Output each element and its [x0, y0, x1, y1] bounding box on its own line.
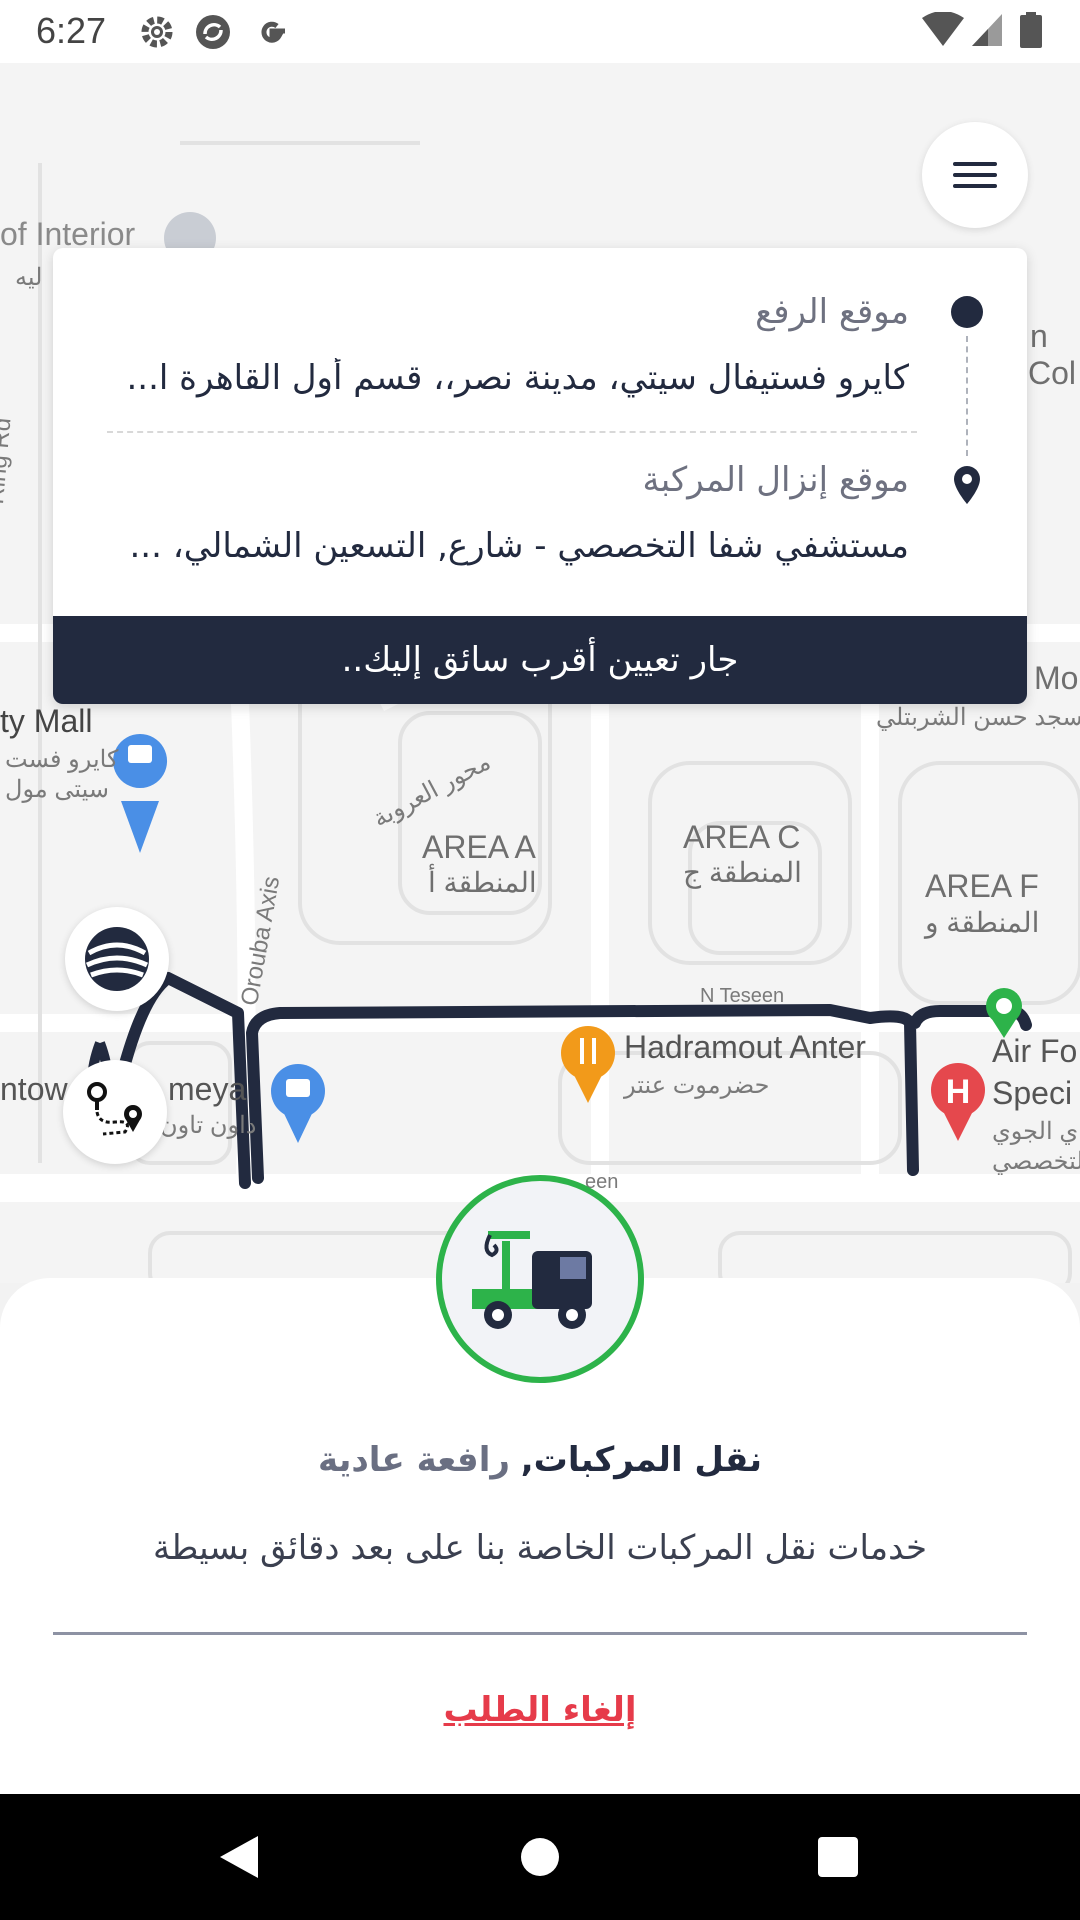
shopping-pin-icon[interactable] — [113, 734, 168, 853]
map-label: المنطقة أ — [428, 867, 537, 898]
sync-icon — [196, 15, 230, 49]
system-nav-bar — [0, 1794, 1080, 1920]
map-label: AREA A — [422, 829, 536, 865]
map-label: Col — [1028, 355, 1077, 391]
home-icon[interactable] — [480, 1794, 600, 1920]
google-icon — [261, 21, 285, 43]
map-label: المنطقة و — [925, 907, 1040, 938]
back-icon[interactable] — [180, 1794, 300, 1920]
map-label: AREA C — [683, 819, 801, 855]
hamburger-menu-icon — [953, 173, 997, 177]
dropoff-label: موقع إنزال المركبة — [642, 460, 909, 500]
sheet-divider — [53, 1632, 1027, 1635]
map-label: سيتى مول — [5, 776, 109, 803]
route-button[interactable] — [63, 1060, 167, 1164]
map-label: المنطقة ج — [683, 857, 802, 888]
map-label: لتخصصي — [992, 1148, 1080, 1175]
truck-badge — [436, 1175, 644, 1383]
map-label: ntow — [0, 1071, 68, 1107]
service-subtype: رافعة عادية — [317, 1440, 510, 1480]
map-label: AREA F — [925, 868, 1039, 904]
pickup-address[interactable]: كايرو فستيفال سيتي، مدينة نصر،، قسم أول … — [109, 358, 909, 398]
hamburger-menu-icon — [953, 184, 997, 188]
svg-text:H: H — [946, 1073, 971, 1111]
map-label: سجد حسن الشربتلي — [876, 704, 1080, 731]
signal-icon — [972, 14, 1002, 46]
map-label: meya — [168, 1071, 247, 1107]
map-label: ي الجوي — [992, 1118, 1079, 1145]
service-description: خدمات نقل المركبات الخاصة بنا على بعد دق… — [153, 1528, 927, 1568]
card-separator — [107, 431, 917, 433]
status-banner: جار تعيين أقرب سائق إليك.. — [53, 616, 1027, 704]
tow-truck-icon — [472, 1231, 592, 1329]
map-label: كايرو فست — [5, 746, 119, 773]
dropoff-pin-icon — [954, 466, 980, 504]
map-label: ليه — [15, 264, 43, 291]
status-time: 6:27 — [36, 10, 107, 51]
battery-icon — [1020, 12, 1042, 48]
map-label: Air Fo — [992, 1033, 1078, 1069]
route-icon — [87, 1082, 142, 1136]
cancel-request-button[interactable]: إلغاء الطلب — [0, 1690, 1080, 1730]
hospital-pin-icon[interactable]: H — [931, 1063, 985, 1141]
pickup-label: موقع الرفع — [755, 292, 909, 332]
recents-icon[interactable] — [778, 1794, 898, 1920]
map-label: Mo — [1034, 660, 1079, 696]
map-label: Speci — [992, 1075, 1073, 1111]
map-label: داون تاون — [160, 1112, 257, 1139]
map-label: Hadramout Anter — [624, 1029, 866, 1065]
logo-button[interactable] — [65, 907, 169, 1011]
gear-icon — [141, 16, 173, 48]
map-label: حضرموت عنتر — [624, 1072, 770, 1099]
wifi-icon — [922, 12, 964, 46]
hamburger-menu-icon — [953, 162, 997, 166]
shopping-pin-icon[interactable] — [271, 1064, 325, 1143]
status-bar: 6:27 — [0, 0, 1080, 63]
map-label: N Teseen — [700, 985, 785, 1007]
map-label: ty Mall — [0, 703, 93, 739]
service-title: نقل المركبات, رافعة عادية — [0, 1440, 1080, 1480]
menu-button[interactable] — [922, 122, 1028, 228]
route-card: موقع الرفع كايرو فستيفال سيتي، مدينة نصر… — [53, 248, 1027, 704]
dropoff-address[interactable]: مستشفي شفا التخصصي - شارع, التسعين الشما… — [109, 526, 909, 566]
map-label: n — [1030, 318, 1048, 354]
route-connector — [966, 336, 968, 456]
pickup-dot-icon — [951, 296, 983, 328]
globe-logo-icon — [85, 927, 149, 991]
service-type: نقل المركبات, — [520, 1440, 763, 1480]
